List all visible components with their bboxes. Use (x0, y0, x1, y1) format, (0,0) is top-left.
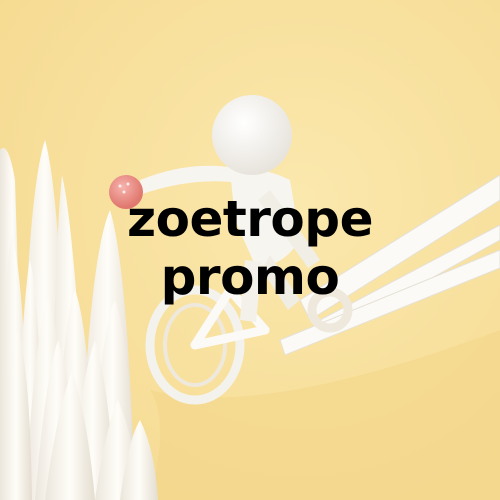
promo-title: zoetrope promo (0, 190, 500, 306)
title-line-2: promo (160, 248, 340, 306)
title-line-1: zoetrope (127, 190, 373, 248)
promo-image: zoetrope promo (0, 0, 500, 500)
rider-head (212, 95, 292, 175)
